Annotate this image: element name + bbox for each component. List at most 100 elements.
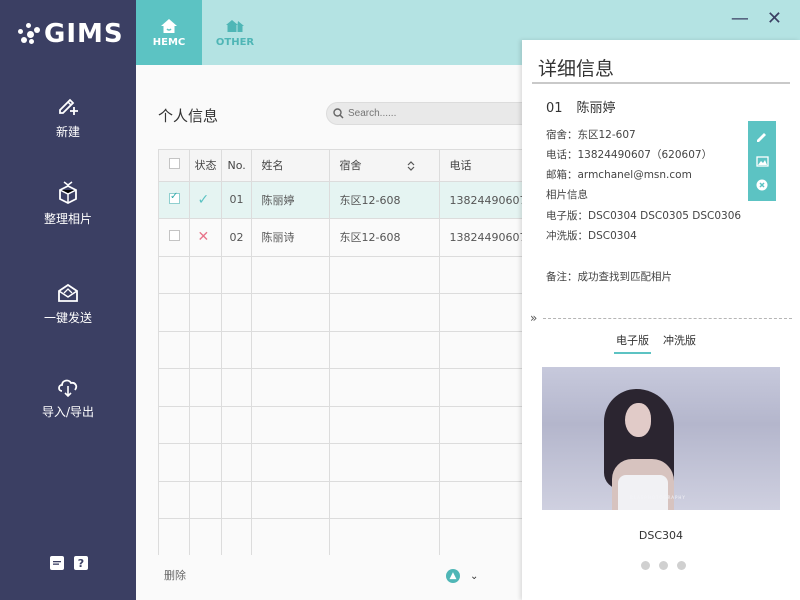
photo-box-icon xyxy=(59,181,77,204)
row-checkbox[interactable] xyxy=(169,191,180,204)
empty-row xyxy=(159,406,522,444)
search-box xyxy=(326,102,546,125)
row-select-cell xyxy=(159,181,190,219)
edit-icon[interactable] xyxy=(755,130,769,144)
nav-send[interactable]: 一键发送 xyxy=(0,283,136,326)
pager: ▲ ⌄ xyxy=(446,569,478,583)
detail-title-rule xyxy=(532,82,790,84)
detail-panel: 详细信息 01 陈丽婷 宿舍：东区12-607 电话：13824490607（62… xyxy=(522,40,800,600)
detail-no: 01 xyxy=(546,101,563,116)
close-button[interactable]: ✕ xyxy=(767,8,782,29)
minimize-button[interactable]: — xyxy=(731,8,749,29)
empty-row xyxy=(159,331,522,369)
help-icon[interactable]: ? xyxy=(74,556,88,570)
empty-row xyxy=(159,443,522,482)
table-row[interactable]: ✓ 01 陈丽婷 东区12-608 13824490607（ xyxy=(159,181,522,219)
tab-hemc[interactable]: HEMC xyxy=(136,0,202,65)
collapse-chevron-icon[interactable]: » xyxy=(530,311,537,325)
select-all-cell xyxy=(159,150,190,182)
tab-digital[interactable]: 电子版 xyxy=(614,332,651,354)
delete-link[interactable]: 删除 xyxy=(164,567,186,583)
table-header-row: 状态 No. 姓名 宿舍 电话 xyxy=(159,150,522,182)
nav-organize-label: 整理相片 xyxy=(43,212,92,226)
empty-row xyxy=(159,293,522,332)
page-up-button[interactable]: ▲ xyxy=(446,569,460,583)
carousel-dot[interactable] xyxy=(659,561,668,570)
col-phone: 电话 xyxy=(439,150,522,182)
window-controls: — ✕ xyxy=(731,8,782,29)
detail-heading: 01 陈丽婷 xyxy=(546,97,630,116)
table-row[interactable]: ✕ 02 陈丽诗 东区12-608 13824490607（ xyxy=(159,218,522,257)
tab-print[interactable]: 冲洗版 xyxy=(661,332,698,354)
col-status: 状态 xyxy=(189,150,222,182)
search-icon xyxy=(333,108,344,119)
nav-new-label: 新建 xyxy=(55,125,80,139)
page-down-button[interactable]: ⌄ xyxy=(470,571,478,582)
photo-icon[interactable] xyxy=(755,154,769,168)
carousel-dot[interactable] xyxy=(677,561,686,570)
sidebar-bottom-tools: ? xyxy=(50,556,88,570)
cell-dorm: 东区12-608 xyxy=(329,181,440,219)
col-no: No. xyxy=(221,150,252,182)
logo-mark-icon xyxy=(18,23,40,45)
col-dorm[interactable]: 宿舍 xyxy=(329,150,440,182)
cell-phone: 13824490607（ xyxy=(439,181,522,219)
cell-no: 01 xyxy=(221,181,252,219)
detail-digital: 电子版：DSC0304 DSC0305 DSC0306 xyxy=(546,210,742,222)
home-icon xyxy=(161,19,177,33)
home-group-icon xyxy=(226,20,244,32)
page-title: 个人信息 xyxy=(158,107,219,125)
photo-preview: BLASPHOTOGRAPHY xyxy=(542,367,780,510)
empty-row xyxy=(159,368,522,407)
detail-print: 冲洗版：DSC0304 xyxy=(546,230,637,242)
photo-caption: DSC304 xyxy=(638,529,684,542)
select-all-checkbox[interactable] xyxy=(169,158,180,170)
tab-other-label: OTHER xyxy=(215,37,255,48)
empty-row xyxy=(159,481,522,519)
sort-icon xyxy=(407,161,415,172)
main-panel: 个人信息 状态 No. 姓名 宿舍 xyxy=(136,65,546,600)
cell-no: 02 xyxy=(221,218,252,257)
carousel-dot[interactable] xyxy=(641,561,650,570)
sidebar: GIMS 新建 整理相片 一键发送 导入/导出 ? xyxy=(0,0,136,600)
detail-phone: 电话：13824490607（620607） xyxy=(546,149,713,161)
status-fail-icon: ✕ xyxy=(189,218,222,257)
pen-plus-icon xyxy=(59,98,78,115)
search-input[interactable] xyxy=(348,108,518,119)
detail-email: 邮箱：armchanel@msn.com xyxy=(546,169,692,181)
nav-import-export-label: 导入/导出 xyxy=(41,405,95,419)
row-select-cell xyxy=(159,218,190,257)
tab-hemc-label: HEMC xyxy=(152,37,186,48)
detail-title: 详细信息 xyxy=(538,58,615,80)
delete-icon[interactable] xyxy=(755,178,769,192)
cell-dorm: 东区12-608 xyxy=(329,218,440,257)
detail-dorm: 宿舍：东区12-607 xyxy=(546,129,636,141)
carousel-dots xyxy=(641,561,686,570)
cell-phone: 13824490607（ xyxy=(439,218,522,257)
cell-name: 陈丽婷 xyxy=(251,181,330,219)
nav-organize-photos[interactable]: 整理相片 xyxy=(0,180,136,227)
nav-send-label: 一键发送 xyxy=(43,311,92,325)
col-dorm-label: 宿舍 xyxy=(339,159,362,173)
col-name: 姓名 xyxy=(251,150,330,182)
person-table: 状态 No. 姓名 宿舍 电话 ✓ 01 陈 xyxy=(158,149,522,555)
cloud-sync-icon xyxy=(58,379,78,397)
photo-tabs: 电子版 冲洗版 xyxy=(614,332,698,354)
tab-other[interactable]: OTHER xyxy=(202,0,268,65)
logo-text: GIMS xyxy=(44,19,124,49)
empty-row xyxy=(159,256,522,294)
nav-import-export[interactable]: 导入/导出 xyxy=(0,375,136,420)
send-mail-icon xyxy=(58,283,78,302)
detail-name: 陈丽婷 xyxy=(576,101,616,116)
nav-new[interactable]: 新建 xyxy=(0,95,136,140)
row-checkbox[interactable] xyxy=(169,230,180,242)
collapse-divider: » xyxy=(530,311,792,325)
empty-row xyxy=(159,518,522,555)
cell-name: 陈丽诗 xyxy=(251,218,330,257)
photo-watermark: BLASPHOTOGRAPHY xyxy=(630,495,686,500)
detail-photo-info: 相片信息 xyxy=(546,189,588,201)
chat-icon[interactable] xyxy=(50,556,64,570)
app-logo: GIMS xyxy=(18,18,124,50)
detail-actions xyxy=(748,121,776,201)
status-ok-icon: ✓ xyxy=(189,181,222,219)
